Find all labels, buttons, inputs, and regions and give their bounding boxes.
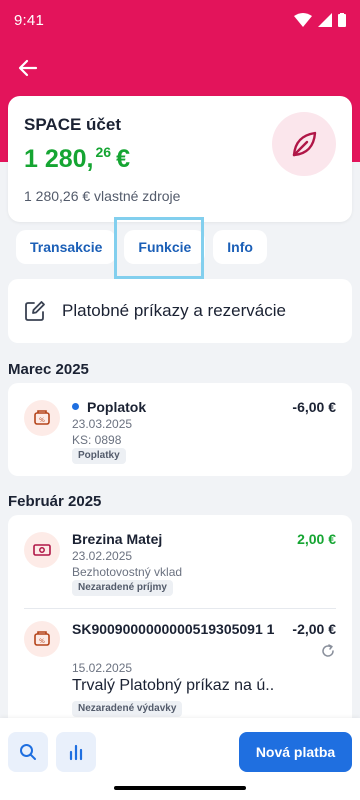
tab-info[interactable]: Info bbox=[213, 230, 267, 264]
transaction-date: 23.03.2025 bbox=[72, 417, 133, 431]
back-button[interactable] bbox=[12, 52, 44, 84]
transaction-amount: -2,00 € bbox=[292, 621, 336, 637]
balance-integer: 1 280, bbox=[24, 145, 94, 173]
home-indicator bbox=[114, 786, 246, 790]
transaction-title: Brezina Matej bbox=[72, 531, 163, 547]
transaction-title: SK9009000000000519305091 1 bbox=[72, 621, 275, 637]
month-header-march: Marec 2025 bbox=[8, 361, 89, 378]
status-icons bbox=[294, 13, 346, 27]
signal-icon bbox=[318, 13, 332, 27]
status-bar: 9:41 bbox=[0, 0, 360, 40]
cash-icon bbox=[24, 532, 60, 568]
new-payment-button[interactable]: Nová platba bbox=[239, 732, 352, 772]
transaction-detail: Bezhotovostný vklad bbox=[72, 565, 183, 579]
category-tag: Poplatky bbox=[72, 448, 126, 464]
bar-chart-icon bbox=[69, 744, 83, 761]
account-card[interactable]: SPACE účet 1 280, 26 € 1 280,26 € vlastn… bbox=[8, 96, 352, 222]
tab-bar: Transakcie Funkcie Info bbox=[16, 230, 267, 264]
payment-orders-button[interactable]: Platobné príkazy a rezervácie bbox=[8, 279, 352, 343]
svg-text:%: % bbox=[39, 638, 45, 645]
transaction-title: Poplatok bbox=[72, 398, 146, 416]
transaction-row[interactable]: % SK9009000000000519305091 1 -2,00 € 15.… bbox=[8, 609, 352, 735]
tab-funkcie[interactable]: Funkcie bbox=[124, 230, 206, 264]
account-name: SPACE účet bbox=[24, 115, 121, 134]
status-time: 9:41 bbox=[14, 11, 44, 29]
category-tag: Nezaradené výdavky bbox=[72, 701, 183, 717]
balance-decimal: 26 bbox=[95, 144, 112, 160]
transaction-row[interactable]: % Poplatok -6,00 € 23.03.2025 KS: 0898 P… bbox=[8, 383, 352, 476]
account-balance: 1 280, 26 € bbox=[24, 144, 130, 174]
transactions-card-march: % Poplatok -6,00 € 23.03.2025 KS: 0898 P… bbox=[8, 383, 352, 476]
tab-transakcie[interactable]: Transakcie bbox=[16, 230, 117, 264]
transactions-card-february: Brezina Matej 2,00 € 23.02.2025 Bezhotov… bbox=[8, 515, 352, 735]
payment-orders-label: Platobné príkazy a rezervácie bbox=[62, 301, 286, 320]
transaction-amount: 2,00 € bbox=[297, 531, 336, 547]
transaction-row[interactable]: Brezina Matej 2,00 € 23.02.2025 Bezhotov… bbox=[8, 515, 352, 608]
transaction-amount: -6,00 € bbox=[292, 399, 336, 415]
transaction-detail: KS: 0898 bbox=[72, 433, 122, 447]
fee-icon: % bbox=[24, 621, 60, 657]
account-avatar bbox=[272, 112, 336, 176]
own-funds: 1 280,26 € vlastné zdroje bbox=[24, 188, 181, 204]
unread-dot bbox=[72, 403, 79, 410]
balance-currency: € bbox=[116, 145, 130, 173]
edit-icon bbox=[25, 301, 45, 321]
repeat-icon bbox=[322, 644, 334, 657]
transaction-date: 15.02.2025 bbox=[72, 661, 133, 675]
search-button[interactable] bbox=[8, 732, 48, 772]
leaf-icon bbox=[292, 131, 317, 157]
wifi-icon bbox=[294, 13, 312, 27]
fee-icon: % bbox=[24, 400, 60, 436]
svg-text:%: % bbox=[39, 417, 45, 424]
battery-icon bbox=[338, 13, 346, 27]
month-header-february: Február 2025 bbox=[8, 493, 102, 510]
search-icon bbox=[20, 744, 36, 760]
category-tag: Nezaradené príjmy bbox=[72, 580, 173, 596]
transaction-detail: Trvalý Platobný príkaz na ú.. bbox=[72, 677, 275, 694]
statistics-button[interactable] bbox=[56, 732, 96, 772]
arrow-left-icon bbox=[18, 59, 38, 77]
transaction-date: 23.02.2025 bbox=[72, 549, 133, 563]
